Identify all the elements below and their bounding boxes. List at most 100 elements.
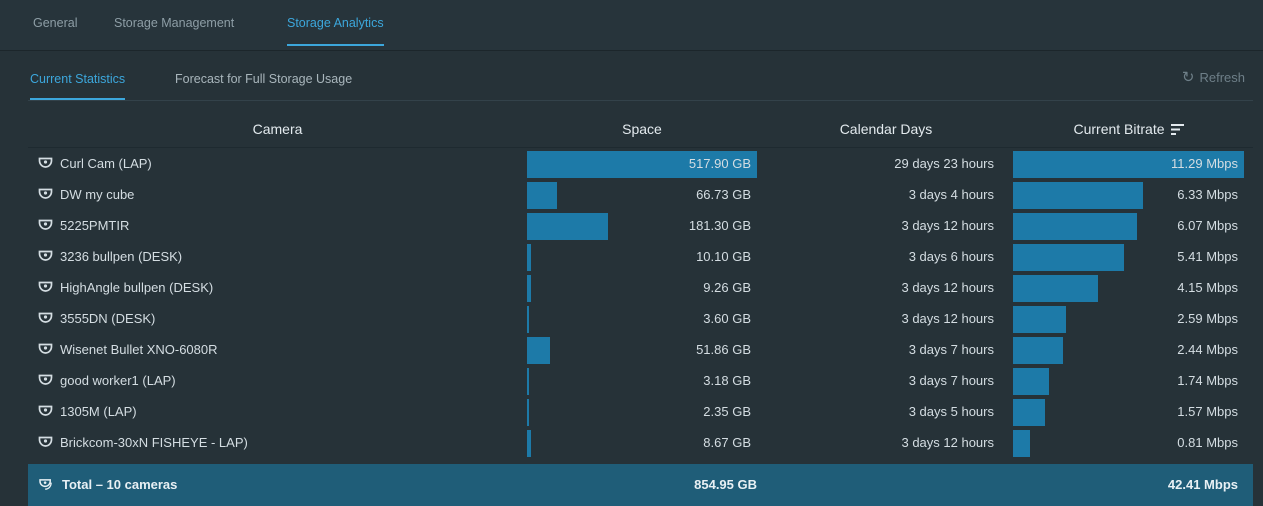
camera-icon — [38, 312, 53, 323]
calendar-days-value: 3 days 7 hours — [908, 373, 994, 388]
bitrate-cell: 1.74 Mbps — [1013, 366, 1244, 395]
camera-name: Curl Cam (LAP) — [38, 149, 152, 178]
refresh-button[interactable]: ↻ Refresh — [1182, 68, 1245, 88]
calendar-days-value: 3 days 12 hours — [901, 435, 994, 450]
camera-name: 3236 bullpen (DESK) — [38, 242, 182, 271]
bitrate-value: 6.33 Mbps — [1177, 187, 1238, 202]
divider — [28, 100, 1253, 101]
space-value: 3.60 GB — [703, 311, 751, 326]
camera-icon — [38, 250, 53, 261]
space-cell: 51.86 GB — [527, 335, 757, 364]
table-row[interactable]: 1305M (LAP) 2.35 GB 3 days 5 hours 1.57 Mbp… — [28, 397, 1253, 426]
tab-general[interactable]: General — [33, 0, 77, 46]
tab-storage-analytics[interactable]: Storage Analytics — [287, 0, 384, 46]
calendar-days-value: 3 days 12 hours — [901, 311, 994, 326]
camera-icon — [38, 188, 53, 199]
calendar-days-value: 3 days 7 hours — [908, 342, 994, 357]
space-cell: 181.30 GB — [527, 211, 757, 240]
camera-icon — [38, 436, 53, 447]
calendar-days-cell: 3 days 6 hours — [773, 242, 999, 271]
bitrate-value: 1.74 Mbps — [1177, 373, 1238, 388]
camera-name: HighAngle bullpen (DESK) — [38, 273, 213, 302]
total-bitrate: 42.41 Mbps — [1167, 477, 1238, 492]
calendar-days-cell: 3 days 7 hours — [773, 366, 999, 395]
camera-icon — [38, 374, 53, 385]
space-value: 517.90 GB — [688, 156, 751, 171]
space-value: 10.10 GB — [696, 249, 751, 264]
camera-group-icon — [39, 479, 52, 490]
table-row[interactable]: 3555DN (DESK) 3.60 GB 3 days 12 hours 2.59 … — [28, 304, 1253, 333]
bitrate-value: 0.81 Mbps — [1177, 435, 1238, 450]
bitrate-value: 5.41 Mbps — [1177, 249, 1238, 264]
bitrate-value: 6.07 Mbps — [1177, 218, 1238, 233]
total-row: Total – 10 cameras 854.95 GB 42.41 Mbps — [28, 464, 1253, 506]
camera-icon — [38, 219, 53, 230]
camera-icon — [38, 157, 53, 168]
table-row[interactable]: 5225PMTIR 181.30 GB 3 days 12 hours 6.07 Mb… — [28, 211, 1253, 240]
space-value: 66.73 GB — [696, 187, 751, 202]
space-value: 2.35 GB — [703, 404, 751, 419]
table-row[interactable]: Wisenet Bullet XNO-6080R 51.86 GB 3 days 7… — [28, 335, 1253, 364]
bitrate-value: 1.57 Mbps — [1177, 404, 1238, 419]
space-cell: 8.67 GB — [527, 428, 757, 457]
calendar-days-cell: 3 days 12 hours — [773, 211, 999, 240]
space-cell: 3.60 GB — [527, 304, 757, 333]
calendar-days-value: 3 days 5 hours — [908, 404, 994, 419]
tab-current-statistics[interactable]: Current Statistics — [30, 60, 126, 100]
refresh-icon: ↻ — [1181, 69, 1195, 86]
bitrate-value: 11.29 Mbps — [1171, 156, 1238, 171]
header-space[interactable]: Space — [527, 111, 757, 147]
bitrate-value: 2.44 Mbps — [1177, 342, 1238, 357]
space-value: 3.18 GB — [703, 373, 751, 388]
total-space: 854.95 GB — [694, 477, 757, 492]
bitrate-value: 2.59 Mbps — [1177, 311, 1238, 326]
table-row[interactable]: good worker1 (LAP) 3.18 GB 3 days 7 hours 1… — [28, 366, 1253, 395]
calendar-days-cell: 29 days 23 hours — [773, 149, 999, 178]
bitrate-value: 4.15 Mbps — [1177, 280, 1238, 295]
calendar-days-value: 3 days 12 hours — [901, 280, 994, 295]
space-value: 51.86 GB — [696, 342, 751, 357]
calendar-days-cell: 3 days 4 hours — [773, 180, 999, 209]
space-value: 181.30 GB — [688, 218, 751, 233]
sort-descending-icon — [1170, 124, 1184, 135]
calendar-days-cell: 3 days 5 hours — [773, 397, 999, 426]
bitrate-cell: 6.33 Mbps — [1013, 180, 1244, 209]
camera-name: good worker1 (LAP) — [38, 366, 176, 395]
calendar-days-value: 29 days 23 hours — [894, 156, 994, 171]
space-cell: 517.90 GB — [527, 149, 757, 178]
tab-forecast[interactable]: Forecast for Full Storage Usage — [175, 60, 352, 98]
camera-icon — [38, 281, 53, 292]
space-value: 9.26 GB — [703, 280, 751, 295]
table-row[interactable]: Brickcom-30xN FISHEYE - LAP) 8.67 GB 3 day… — [28, 428, 1253, 457]
space-cell: 3.18 GB — [527, 366, 757, 395]
camera-name: 1305M (LAP) — [38, 397, 137, 426]
calendar-days-cell: 3 days 12 hours — [773, 304, 999, 333]
bitrate-cell: 1.57 Mbps — [1013, 397, 1244, 426]
bitrate-cell: 4.15 Mbps — [1013, 273, 1244, 302]
table-row[interactable]: DW my cube 66.73 GB 3 days 4 hours 6.33 Mbp… — [28, 180, 1253, 209]
bitrate-cell: 0.81 Mbps — [1013, 428, 1244, 457]
header-current-bitrate-label: Current Bitrate — [1073, 121, 1165, 137]
space-value: 8.67 GB — [703, 435, 751, 450]
camera-name: DW my cube — [38, 180, 134, 209]
table-header: Camera Space Calendar Days Current Bitra… — [28, 111, 1253, 148]
bitrate-cell: 11.29 Mbps — [1013, 149, 1244, 178]
table-row[interactable]: 3236 bullpen (DESK) 10.10 GB 3 days 6 hour… — [28, 242, 1253, 271]
table-row[interactable]: Curl Cam (LAP) 517.90 GB 29 days 23 hours 1… — [28, 149, 1253, 178]
camera-name: 3555DN (DESK) — [38, 304, 155, 333]
camera-name: 5225PMTIR — [38, 211, 129, 240]
camera-name: Wisenet Bullet XNO-6080R — [38, 335, 218, 364]
calendar-days-value: 3 days 4 hours — [908, 187, 994, 202]
table-row[interactable]: HighAngle bullpen (DESK) 9.26 GB 3 days 12… — [28, 273, 1253, 302]
bitrate-cell: 2.44 Mbps — [1013, 335, 1244, 364]
header-current-bitrate[interactable]: Current Bitrate — [1013, 111, 1244, 147]
header-calendar-days[interactable]: Calendar Days — [773, 111, 999, 147]
bitrate-cell: 5.41 Mbps — [1013, 242, 1244, 271]
total-label: Total – 10 cameras — [38, 470, 177, 499]
refresh-label: Refresh — [1199, 70, 1245, 85]
calendar-days-cell: 3 days 12 hours — [773, 428, 999, 457]
space-cell: 2.35 GB — [527, 397, 757, 426]
tab-storage-management[interactable]: Storage Management — [114, 0, 234, 46]
bitrate-cell: 2.59 Mbps — [1013, 304, 1244, 333]
header-camera[interactable]: Camera — [28, 111, 527, 147]
